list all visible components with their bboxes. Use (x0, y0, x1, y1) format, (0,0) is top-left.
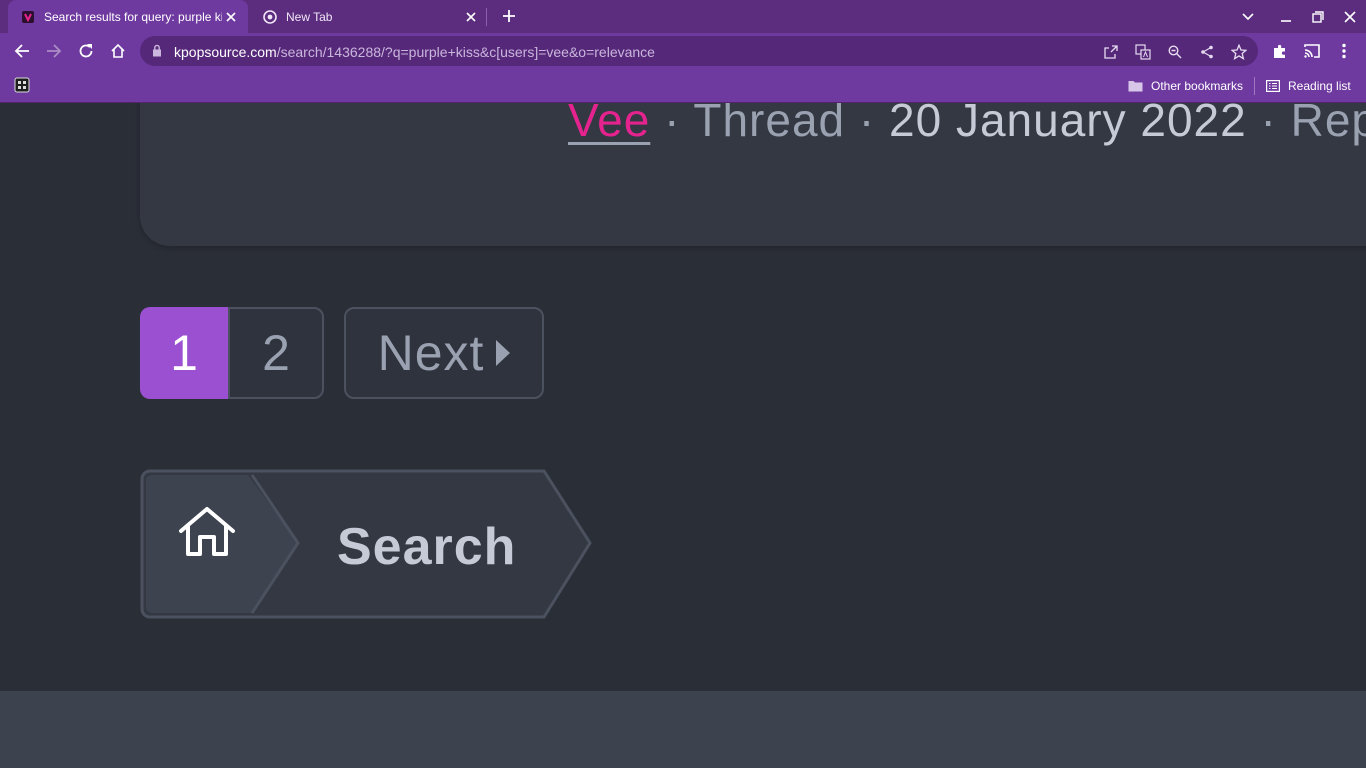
result-date: 20 January 2022 (889, 103, 1247, 146)
breadcrumb-current[interactable]: Search (337, 517, 516, 577)
more-menu-icon[interactable] (1332, 39, 1356, 63)
tab-separator (486, 8, 487, 26)
translate-icon[interactable] (1134, 43, 1152, 61)
zoom-icon[interactable] (1166, 43, 1184, 61)
bookmark-star-icon[interactable] (1230, 43, 1248, 61)
bookmarks-bar: Other bookmarks Reading list (0, 69, 1366, 103)
meta-separator: · (858, 103, 890, 146)
home-icon[interactable] (178, 506, 236, 558)
open-in-app-icon[interactable] (1102, 43, 1120, 61)
page-footer (0, 691, 1366, 768)
home-button-icon[interactable] (106, 39, 130, 63)
url-host: kpopsource.com (174, 44, 277, 60)
tab-strip: Search results for query: purple kiss Ne… (0, 0, 1366, 33)
result-meta: Vee · Thread · 20 January 2022 · Replies… (568, 103, 1366, 147)
caret-right-icon (496, 340, 511, 366)
bookmarks-separator (1254, 77, 1255, 95)
tab-search-results[interactable]: Search results for query: purple kiss (8, 0, 248, 33)
reading-list[interactable]: Reading list (1266, 69, 1351, 102)
next-page-button[interactable]: Next (344, 307, 544, 399)
other-bookmarks-label: Other bookmarks (1151, 78, 1244, 93)
chrome-icon (262, 9, 278, 25)
lock-icon (152, 44, 162, 62)
new-tab-plus-icon[interactable] (498, 5, 520, 27)
result-author-link[interactable]: Vee (568, 103, 650, 146)
tab-new-tab[interactable]: New Tab (250, 0, 488, 33)
tab-title: New Tab (286, 9, 333, 24)
page-content: Vee · Thread · 20 January 2022 · Replies… (0, 103, 1366, 691)
page-1-button[interactable]: 1 (140, 307, 228, 399)
url-path: /search/1436288/?q=purple+kiss&c[users]=… (276, 44, 655, 60)
url-text: kpopsource.com/search/1436288/?q=purple+… (174, 44, 655, 60)
result-type: Thread (693, 103, 846, 146)
minimize-icon[interactable] (1275, 6, 1297, 28)
other-bookmarks[interactable]: Other bookmarks (1128, 69, 1243, 102)
page-2-button[interactable]: 2 (228, 307, 324, 399)
share-icon[interactable] (1198, 43, 1216, 61)
address-bar[interactable]: kpopsource.com/search/1436288/?q=purple+… (140, 36, 1258, 66)
cast-icon[interactable] (1300, 39, 1324, 63)
close-tab-icon[interactable] (462, 8, 480, 26)
search-result-card: Vee · Thread · 20 January 2022 · Replies… (140, 103, 1366, 246)
folder-icon (1128, 80, 1143, 92)
result-replies: Replies: 4 (1290, 103, 1366, 146)
close-window-icon[interactable] (1339, 6, 1361, 28)
meta-separator: · (1260, 103, 1291, 146)
breadcrumb: Search (140, 469, 600, 621)
close-tab-icon[interactable] (222, 8, 240, 26)
reload-icon[interactable] (74, 39, 98, 63)
apps-icon[interactable] (14, 77, 30, 93)
meta-separator: · (664, 103, 694, 146)
tab-title: Search results for query: purple kiss (44, 9, 222, 24)
site-favicon-icon (20, 9, 36, 25)
reading-list-label: Reading list (1288, 78, 1351, 93)
forward-arrow-icon[interactable] (42, 39, 66, 63)
back-arrow-icon[interactable] (10, 39, 34, 63)
extensions-puzzle-icon[interactable] (1268, 39, 1292, 63)
restore-icon[interactable] (1307, 6, 1329, 28)
tab-search-chevron-down-icon[interactable] (1237, 6, 1259, 28)
next-page-label: Next (377, 325, 485, 381)
browser-toolbar: kpopsource.com/search/1436288/?q=purple+… (0, 33, 1366, 69)
reading-list-icon (1266, 79, 1280, 92)
